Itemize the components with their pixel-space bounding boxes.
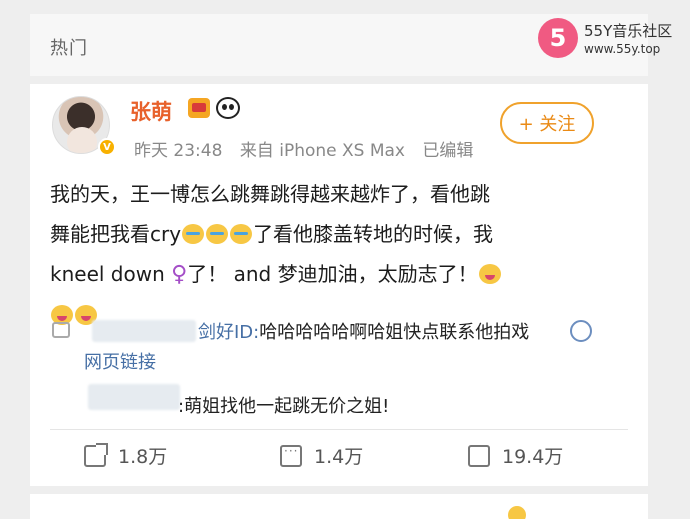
post-username[interactable]: 张萌 bbox=[130, 96, 172, 126]
post-source: 来自 iPhone XS Max bbox=[239, 141, 405, 161]
like-count: 19.4万 bbox=[502, 446, 564, 468]
crying-face-icon bbox=[230, 224, 253, 244]
crown-icon bbox=[188, 98, 210, 118]
post-text-line: 舞能把我看cry 了看他膝盖转地的时候，我 bbox=[50, 222, 494, 246]
share-icon bbox=[84, 442, 108, 467]
follow-button[interactable]: + 关注 bbox=[500, 102, 594, 144]
comment-icon bbox=[52, 322, 70, 338]
watermark-logo: 5 bbox=[538, 18, 578, 58]
post-text-line: kneel down ♀了！ and 梦迪加油，太励志了！ bbox=[50, 254, 610, 295]
divider bbox=[50, 429, 628, 430]
post-text: 我的天，王一博怎么跳舞跳得越来越炸了，看他跳 舞能把我看cry 了看他膝盖转地的时… bbox=[50, 174, 610, 335]
verified-badge-icon: V bbox=[98, 138, 116, 156]
blurred-username bbox=[92, 320, 196, 342]
emoji-icon bbox=[508, 506, 526, 519]
comment-line: :萌姐找他一起跳无价之姐! bbox=[178, 396, 390, 417]
female-sign-icon: ♀ bbox=[171, 262, 188, 287]
like-button[interactable]: 19.4万 bbox=[468, 442, 563, 469]
crying-face-icon bbox=[206, 224, 229, 244]
post-meta: 昨天 23:48 来自 iPhone XS Max 已编辑 bbox=[134, 136, 485, 161]
edited-label: 已编辑 bbox=[422, 141, 474, 161]
web-link[interactable]: 网页链接 bbox=[84, 348, 156, 374]
site-watermark: 5 55Y音乐社区 www.55y.top bbox=[538, 18, 690, 62]
thumbs-up-icon bbox=[468, 444, 490, 467]
comment-count: 1.4万 bbox=[314, 446, 364, 468]
hot-title: 热门 bbox=[50, 38, 88, 59]
share-count: 1.8万 bbox=[118, 446, 168, 468]
post-text-line: 我的天，王一博怎么跳舞跳得越来越炸了，看他跳 bbox=[50, 182, 490, 206]
drooling-face-icon bbox=[478, 264, 501, 284]
post-time: 昨天 23:48 bbox=[134, 141, 223, 161]
comment-button[interactable]: 1.4万 bbox=[280, 442, 363, 469]
share-button[interactable]: 1.8万 bbox=[84, 442, 167, 469]
next-post-card bbox=[30, 494, 648, 519]
panda-icon bbox=[216, 97, 240, 119]
watermark-name: 55Y音乐社区 bbox=[584, 22, 673, 40]
comment-line: 剑好ID:哈哈哈哈哈啊哈姐快点联系他拍戏 bbox=[198, 322, 530, 343]
weibo-post-card: V 张萌 昨天 23:48 来自 iPhone XS Max 已编辑 + 关注 … bbox=[30, 84, 648, 486]
link-icon[interactable] bbox=[570, 320, 592, 342]
watermark-url: www.55y.top bbox=[584, 42, 661, 56]
comment-icon bbox=[280, 444, 302, 467]
crying-face-icon bbox=[182, 224, 205, 244]
hot-comments: 剑好ID:哈哈哈哈哈啊哈姐快点联系他拍戏 网页链接 :萌姐找他一起跳无价之姐! bbox=[48, 318, 608, 418]
action-bar: 1.8万 1.4万 19.4万 bbox=[30, 442, 648, 478]
blurred-username bbox=[88, 384, 180, 410]
